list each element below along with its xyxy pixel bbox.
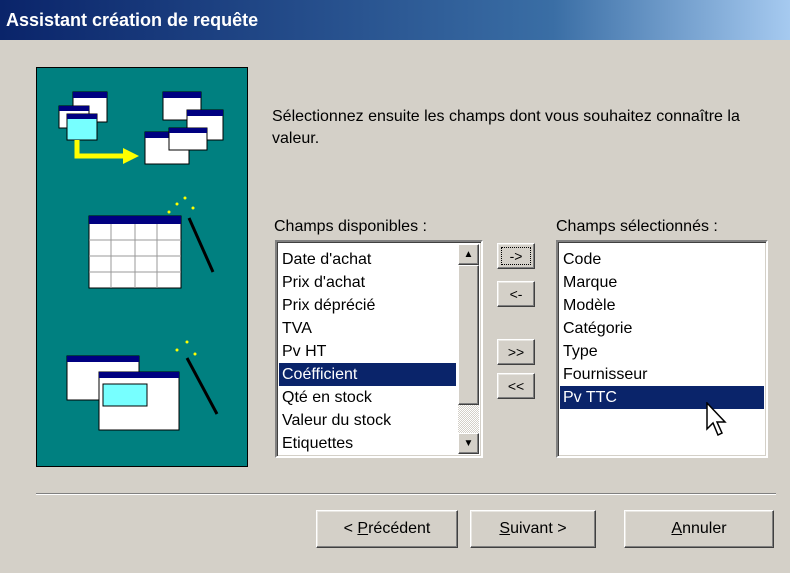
title-bar: Assistant création de requête bbox=[0, 0, 790, 40]
available-fields-label: Champs disponibles : bbox=[274, 218, 427, 235]
remove-all-fields-button[interactable]: << bbox=[497, 373, 535, 399]
list-item[interactable]: Prix déprécié bbox=[279, 294, 456, 317]
wizard-illustration bbox=[36, 67, 248, 467]
remove-field-button[interactable]: <- bbox=[497, 281, 535, 307]
cancel-button[interactable]: Annuler bbox=[624, 510, 774, 548]
list-item[interactable]: Type bbox=[560, 340, 764, 363]
list-item[interactable]: Etiquettes bbox=[279, 432, 456, 455]
list-item[interactable]: Catégorie bbox=[560, 317, 764, 340]
list-item[interactable]: Prix d'achat bbox=[279, 271, 456, 294]
list-item[interactable]: Pv HT bbox=[279, 340, 456, 363]
selected-fields-list[interactable]: Code Marque Modèle Catégorie Type Fournisseur… bbox=[556, 240, 768, 458]
next-button[interactable]: Suivant > bbox=[470, 510, 596, 548]
instruction-text: Sélectionnez ensuite les champs dont vou… bbox=[272, 108, 740, 147]
list-item[interactable]: Valeur du stock bbox=[279, 409, 456, 432]
mouse-cursor-icon bbox=[706, 402, 727, 437]
available-fields-list[interactable]: Date d'achat Prix d'achat Prix déprécié TVA… bbox=[275, 240, 483, 458]
list-item[interactable]: Date d'achat bbox=[279, 248, 456, 271]
tables-join-icon bbox=[58, 91, 224, 165]
selected-fields-label: Champs sélectionnés : bbox=[556, 218, 718, 235]
window-title: Assistant création de requête bbox=[6, 10, 259, 30]
list-item[interactable]: Fournisseur bbox=[560, 363, 764, 386]
wizard-illustration-graphic bbox=[58, 91, 224, 431]
scroll-up-button[interactable]: ▲ bbox=[458, 244, 479, 265]
previous-button[interactable]: < Précédent bbox=[316, 510, 458, 548]
scroll-thumb[interactable] bbox=[458, 265, 479, 405]
add-all-fields-button[interactable]: >> bbox=[497, 339, 535, 365]
list-item[interactable]: TVA bbox=[279, 317, 456, 340]
table-wand-icon bbox=[88, 196, 215, 289]
scroll-down-button[interactable]: ▼ bbox=[458, 433, 479, 454]
list-item[interactable]: Coéfficient bbox=[279, 363, 456, 386]
list-item[interactable]: Qté en stock bbox=[279, 386, 456, 409]
available-list-scrollbar[interactable]: ▲ ▼ bbox=[458, 244, 479, 454]
query-result-wand-icon bbox=[66, 340, 219, 431]
list-item[interactable]: Marque bbox=[560, 271, 764, 294]
list-item[interactable]: Pv TTC bbox=[560, 386, 764, 409]
list-item[interactable]: Modèle bbox=[560, 294, 764, 317]
list-item[interactable]: Code bbox=[560, 248, 764, 271]
add-field-button[interactable]: -> bbox=[497, 243, 535, 269]
